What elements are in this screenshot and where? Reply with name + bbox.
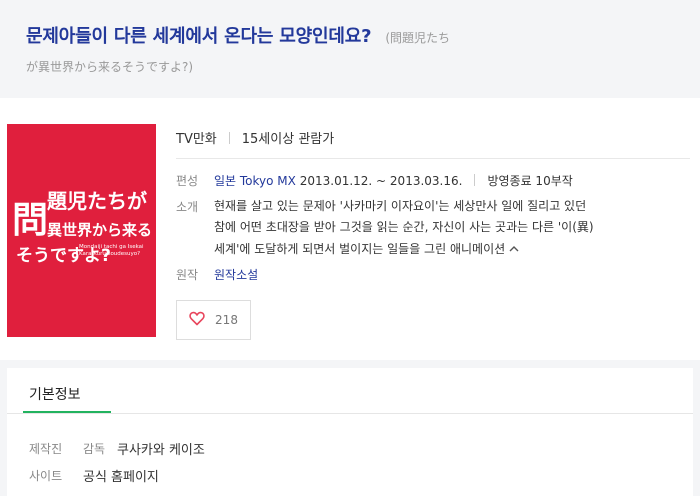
- original-work-link[interactable]: 원작소설: [214, 266, 258, 283]
- poster-logo-char: 問: [12, 200, 48, 241]
- site-label: 사이트: [29, 469, 63, 483]
- synopsis: 현재를 살고 있는 문제아 '사카마키 이자요이'는 세상만사 일에 질리고 있…: [214, 196, 694, 260]
- like-button[interactable]: 218: [176, 300, 251, 340]
- tab-basic-info[interactable]: 기본정보: [29, 384, 81, 404]
- tab-divider: [7, 413, 693, 414]
- meta-summary: TV만화 15세이상 관람가: [176, 128, 334, 147]
- poster-logo-line2: 異世界から来る: [47, 221, 152, 239]
- page-title[interactable]: 문제아들이 다른 세계에서 온다는 모양인데요?: [26, 26, 372, 47]
- synopsis-line: 현재를 살고 있는 문제아 '사카마키 이자요이'는 세상만사 일에 질리고 있…: [214, 199, 587, 213]
- heart-icon: [189, 311, 205, 329]
- like-count: 218: [215, 313, 238, 327]
- poster-romaji-2: Kara Kuru soudesuyo?: [79, 251, 140, 257]
- synopsis-line-text: 세계'에 도달하게 되면서 벌이지는 일들을 그린 애니메이션: [214, 242, 506, 256]
- divider: [474, 174, 476, 186]
- official-site-link[interactable]: 공식 홈페이지: [83, 466, 159, 485]
- original-work-label: 원작: [176, 268, 199, 282]
- title-line: 문제아들이 다른 세계에서 온다는 모양인데요? (問題児たち: [26, 22, 450, 48]
- poster-logo-line1: 題児たちが: [47, 189, 147, 213]
- intro-label: 소개: [176, 200, 199, 214]
- original-title: (問題児たち: [385, 31, 451, 45]
- divider: [228, 132, 230, 144]
- broadcast-label: 편성: [176, 174, 199, 188]
- content-type: TV만화: [176, 132, 217, 147]
- poster-image[interactable]: 問 題児たちが 異世界から来る そうですよ? Mondaiji tachi ga…: [7, 124, 156, 337]
- broadcast-dates: 2013.01.12. ~ 2013.03.16.: [299, 174, 463, 188]
- director-label: 감독: [83, 442, 106, 456]
- broadcast-channel-link[interactable]: 일본 Tokyo MX: [214, 174, 296, 188]
- synopsis-line: 참에 어떤 초대장을 받아 그것을 읽는 순간, 자신이 사는 곳과는 다른 '…: [214, 220, 594, 234]
- age-rating: 15세이상 관람가: [241, 132, 335, 147]
- director-value: 쿠사카와 케이조: [117, 443, 205, 458]
- poster-romaji-1: Mondaiji tachi ga Isekai: [79, 244, 144, 250]
- production-label: 제작진: [29, 442, 63, 456]
- basic-info-card: 기본정보 제작진 감독 쿠사카와 케이조 사이트 공식 홈페이지: [7, 368, 693, 496]
- original-title-continued: が異世界から来るそうですよ?): [26, 60, 194, 74]
- broadcast-info: 일본 Tokyo MX 2013.01.12. ~ 2013.03.16. 방영종…: [214, 172, 573, 189]
- divider-line: [176, 158, 690, 159]
- title-header: 문제아들이 다른 세계에서 온다는 모양인데요? (問題児たち が異世界から来るそ…: [0, 0, 700, 92]
- broadcast-status: 방영종료 10부작: [487, 174, 573, 188]
- collapse-arrow-icon[interactable]: [509, 238, 519, 259]
- synopsis-line-last: 세계'에 도달하게 되면서 벌이지는 일들을 그린 애니메이션: [214, 238, 694, 260]
